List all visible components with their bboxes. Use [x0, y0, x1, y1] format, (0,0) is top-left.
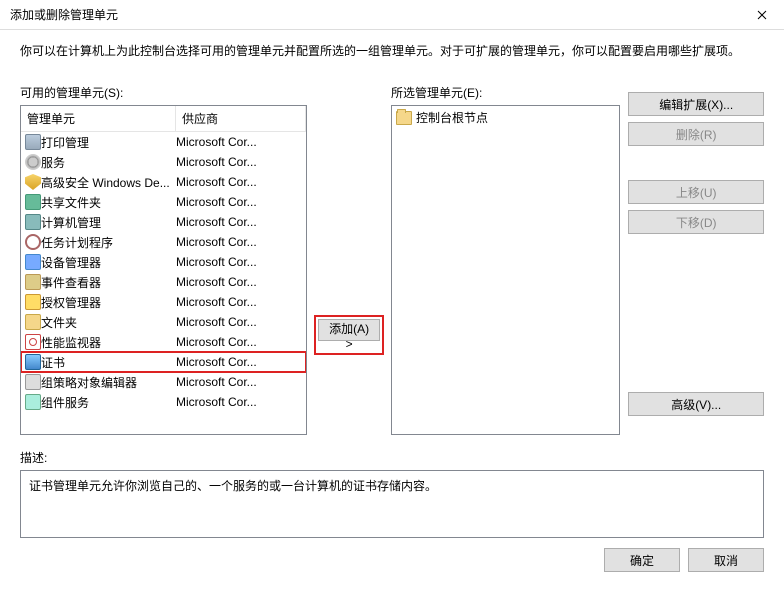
description-text: 证书管理单元允许你浏览自己的、一个服务的或一台计算机的证书存储内容。	[29, 479, 437, 493]
item-vendor: Microsoft Cor...	[176, 295, 302, 309]
edit-extensions-button[interactable]: 编辑扩展(X)...	[628, 92, 764, 116]
close-button[interactable]	[739, 0, 784, 30]
item-vendor: Microsoft Cor...	[176, 395, 302, 409]
clock-icon	[25, 234, 41, 250]
comp-icon	[25, 394, 41, 410]
tree-root-label: 控制台根节点	[416, 109, 488, 126]
description-box: 证书管理单元允许你浏览自己的、一个服务的或一台计算机的证书存储内容。	[20, 470, 764, 538]
item-name: 证书	[41, 354, 176, 371]
list-item[interactable]: 组策略对象编辑器Microsoft Cor...	[21, 372, 306, 392]
advanced-button[interactable]: 高级(V)...	[628, 392, 764, 416]
folder-icon	[25, 314, 41, 330]
titlebar: 添加或删除管理单元	[0, 0, 784, 30]
selected-label: 所选管理单元(E):	[391, 84, 620, 101]
item-name: 计算机管理	[41, 214, 176, 231]
item-name: 共享文件夹	[41, 194, 176, 211]
item-name: 高级安全 Windows De...	[41, 174, 176, 191]
list-item[interactable]: 组件服务Microsoft Cor...	[21, 392, 306, 412]
list-item[interactable]: 高级安全 Windows De...Microsoft Cor...	[21, 172, 306, 192]
printer-icon	[25, 134, 41, 150]
item-vendor: Microsoft Cor...	[176, 175, 302, 189]
instruction-text: 你可以在计算机上为此控制台选择可用的管理单元并配置所选的一组管理单元。对于可扩展…	[20, 42, 764, 60]
item-vendor: Microsoft Cor...	[176, 275, 302, 289]
item-vendor: Microsoft Cor...	[176, 235, 302, 249]
pc-icon	[25, 214, 41, 230]
item-vendor: Microsoft Cor...	[176, 335, 302, 349]
add-button-highlight: 添加(A) >	[316, 317, 382, 353]
ok-button[interactable]: 确定	[604, 548, 680, 572]
column-header-vendor[interactable]: 供应商	[176, 106, 306, 131]
item-name: 组件服务	[41, 394, 176, 411]
item-vendor: Microsoft Cor...	[176, 195, 302, 209]
window-title: 添加或删除管理单元	[10, 6, 118, 23]
item-vendor: Microsoft Cor...	[176, 135, 302, 149]
gear-icon	[25, 154, 41, 170]
item-name: 授权管理器	[41, 294, 176, 311]
list-item[interactable]: 打印管理Microsoft Cor...	[21, 132, 306, 152]
list-item[interactable]: 文件夹Microsoft Cor...	[21, 312, 306, 332]
item-name: 服务	[41, 154, 176, 171]
item-vendor: Microsoft Cor...	[176, 355, 302, 369]
list-item[interactable]: 共享文件夹Microsoft Cor...	[21, 192, 306, 212]
auth-icon	[25, 294, 41, 310]
list-item[interactable]: 证书Microsoft Cor...	[21, 352, 306, 372]
column-header-name[interactable]: 管理单元	[21, 106, 176, 131]
item-name: 任务计划程序	[41, 234, 176, 251]
list-item[interactable]: 任务计划程序Microsoft Cor...	[21, 232, 306, 252]
move-up-button[interactable]: 上移(U)	[628, 180, 764, 204]
list-item[interactable]: 性能监视器Microsoft Cor...	[21, 332, 306, 352]
list-item[interactable]: 设备管理器Microsoft Cor...	[21, 252, 306, 272]
shield-icon	[25, 174, 41, 190]
remove-button[interactable]: 删除(R)	[628, 122, 764, 146]
list-item[interactable]: 计算机管理Microsoft Cor...	[21, 212, 306, 232]
close-icon	[757, 10, 767, 20]
item-vendor: Microsoft Cor...	[176, 315, 302, 329]
perf-icon	[25, 334, 41, 350]
gpo-icon	[25, 374, 41, 390]
available-label: 可用的管理单元(S):	[20, 84, 307, 101]
move-down-button[interactable]: 下移(D)	[628, 210, 764, 234]
selected-snapins-tree[interactable]: 控制台根节点	[391, 105, 620, 435]
item-name: 事件查看器	[41, 274, 176, 291]
list-header: 管理单元 供应商	[21, 106, 306, 132]
device-icon	[25, 254, 41, 270]
list-item[interactable]: 授权管理器Microsoft Cor...	[21, 292, 306, 312]
item-vendor: Microsoft Cor...	[176, 215, 302, 229]
tree-root-item[interactable]: 控制台根节点	[392, 106, 619, 129]
list-item[interactable]: 服务Microsoft Cor...	[21, 152, 306, 172]
available-snapins-list[interactable]: 管理单元 供应商 打印管理Microsoft Cor...服务Microsoft…	[20, 105, 307, 435]
item-name: 打印管理	[41, 134, 176, 151]
cert-icon	[25, 354, 41, 370]
item-name: 文件夹	[41, 314, 176, 331]
item-name: 设备管理器	[41, 254, 176, 271]
item-vendor: Microsoft Cor...	[176, 375, 302, 389]
list-item[interactable]: 事件查看器Microsoft Cor...	[21, 272, 306, 292]
event-icon	[25, 274, 41, 290]
item-name: 组策略对象编辑器	[41, 374, 176, 391]
item-name: 性能监视器	[41, 334, 176, 351]
item-vendor: Microsoft Cor...	[176, 255, 302, 269]
description-label: 描述:	[20, 449, 764, 466]
share-icon	[25, 194, 41, 210]
cancel-button[interactable]: 取消	[688, 548, 764, 572]
item-vendor: Microsoft Cor...	[176, 155, 302, 169]
add-button[interactable]: 添加(A) >	[318, 319, 380, 341]
folder-icon	[396, 111, 412, 125]
